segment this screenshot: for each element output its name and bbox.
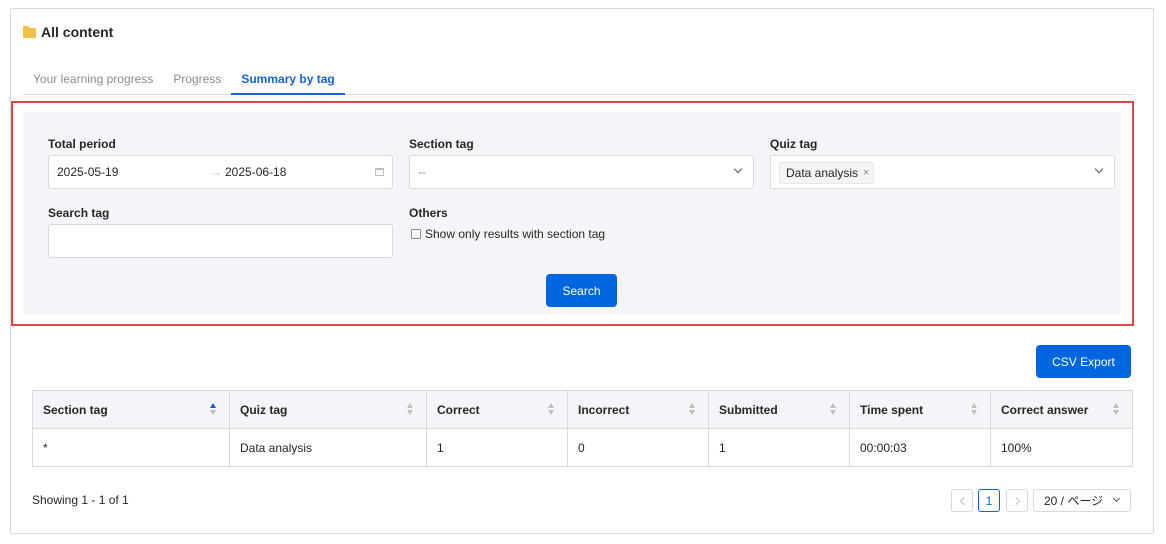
- page-size-select[interactable]: 20 / ページ: [1033, 489, 1131, 512]
- sort-icon[interactable]: [210, 403, 217, 417]
- search-tag-label: Search tag: [48, 206, 110, 220]
- sort-icon[interactable]: [548, 403, 555, 417]
- header-label: Section tag: [43, 402, 108, 417]
- col-header-incorrect[interactable]: Incorrect: [567, 390, 709, 429]
- section-tag-value: --: [418, 165, 426, 179]
- tab-learning-progress[interactable]: Your learning progress: [23, 66, 163, 95]
- sort-icon[interactable]: [1113, 403, 1120, 417]
- sort-icon[interactable]: [407, 403, 414, 417]
- calendar-icon[interactable]: [375, 168, 384, 176]
- checkbox-label[interactable]: Show only results with section tag: [425, 227, 605, 241]
- table-cell: 100%: [990, 428, 1133, 467]
- search-tag-input[interactable]: [48, 224, 393, 258]
- table-row: * Data analysis 1 0 1 00:00:03 100%: [32, 428, 1133, 467]
- tab-bar: Your learning progress Progress Summary …: [23, 66, 1133, 95]
- section-tag-select[interactable]: --: [409, 155, 754, 189]
- arrow-right-icon: →: [210, 165, 222, 179]
- header-label: Time spent: [860, 402, 924, 417]
- sort-icon[interactable]: [689, 403, 696, 417]
- search-button[interactable]: Search: [546, 274, 617, 307]
- table-cell: 0: [567, 428, 709, 467]
- table-cell: *: [32, 428, 230, 467]
- col-header-correct[interactable]: Correct: [426, 390, 568, 429]
- chevron-down-icon[interactable]: [1094, 164, 1104, 174]
- page-title-text: All content: [41, 24, 114, 40]
- table-cell: 00:00:03: [849, 428, 991, 467]
- prev-page-button[interactable]: [951, 489, 973, 512]
- quiz-tag-chip: Data analysis ×: [779, 162, 875, 184]
- period-label: Total period: [48, 137, 116, 151]
- close-icon[interactable]: ×: [863, 167, 869, 179]
- header-label: Correct: [437, 402, 480, 417]
- chevron-down-icon[interactable]: [733, 164, 743, 174]
- table-cell: Data analysis: [229, 428, 427, 467]
- summary-table: Section tag Quiz tag Correct Incorrect S…: [32, 390, 1133, 467]
- folder-icon: [23, 25, 36, 38]
- chevron-down-icon: [1112, 494, 1121, 503]
- date-start-value[interactable]: 2025-05-19: [57, 165, 118, 179]
- page-size-value: 20 / ページ: [1044, 494, 1104, 508]
- date-range-picker[interactable]: 2025-05-19 → 2025-06-18: [48, 155, 393, 189]
- tab-progress[interactable]: Progress: [163, 66, 231, 95]
- date-end-value[interactable]: 2025-06-18: [225, 165, 286, 179]
- table-cell: 1: [708, 428, 850, 467]
- chevron-left-icon: [959, 496, 968, 505]
- col-header-correct-answer[interactable]: Correct answer: [990, 390, 1133, 429]
- quiz-tag-chip-text: Data analysis: [786, 166, 859, 180]
- next-page-button[interactable]: [1006, 489, 1028, 512]
- quiz-tag-select[interactable]: Data analysis ×: [770, 155, 1115, 189]
- quiz-tag-label: Quiz tag: [770, 137, 818, 151]
- col-header-quiz-tag[interactable]: Quiz tag: [229, 390, 427, 429]
- table-cell: 1: [426, 428, 568, 467]
- col-header-section-tag[interactable]: Section tag: [32, 390, 230, 429]
- table-header-row: Section tag Quiz tag Correct Incorrect S…: [32, 390, 1133, 429]
- header-label: Incorrect: [578, 402, 630, 417]
- page-button-current[interactable]: 1: [978, 489, 1000, 512]
- csv-export-button[interactable]: CSV Export: [1036, 345, 1131, 378]
- chevron-right-icon: [1011, 496, 1020, 505]
- col-header-submitted[interactable]: Submitted: [708, 390, 850, 429]
- header-label: Submitted: [719, 402, 778, 417]
- others-label: Others: [409, 206, 448, 220]
- header-label: Correct answer: [1001, 402, 1089, 417]
- sort-icon[interactable]: [830, 403, 837, 417]
- tab-summary-by-tag[interactable]: Summary by tag: [231, 66, 345, 95]
- page-title: All content: [23, 24, 113, 40]
- header-label: Quiz tag: [240, 402, 288, 417]
- showing-count: Showing 1 - 1 of 1: [32, 493, 129, 507]
- section-tag-label: Section tag: [409, 137, 474, 151]
- col-header-time-spent[interactable]: Time spent: [849, 390, 991, 429]
- sort-icon[interactable]: [971, 403, 978, 417]
- section-tag-only-checkbox[interactable]: [411, 229, 421, 239]
